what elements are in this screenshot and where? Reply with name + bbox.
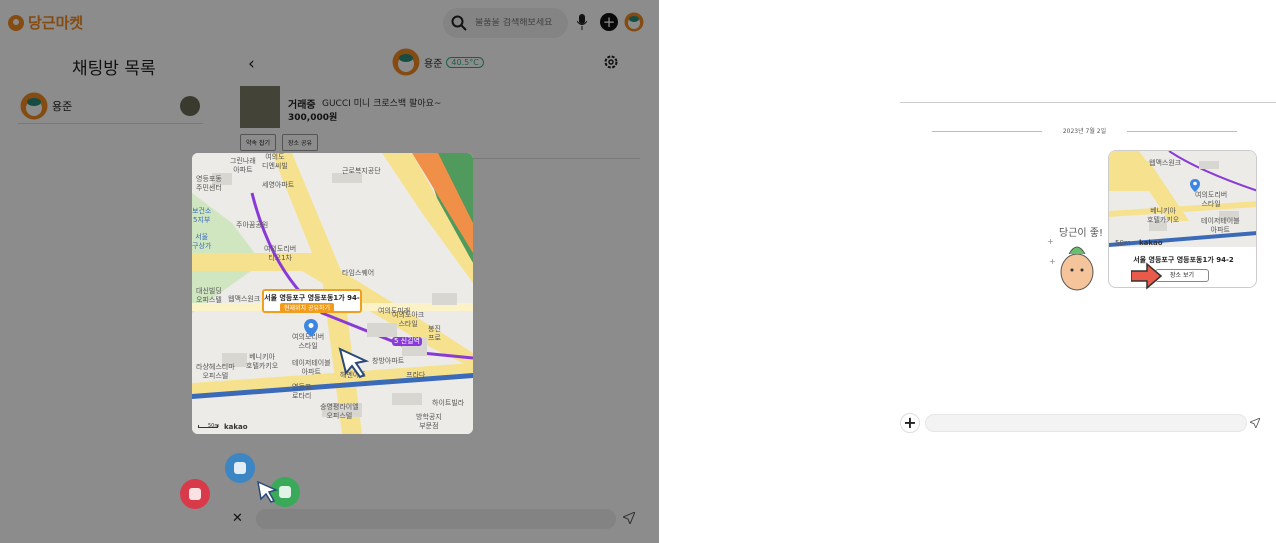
map-label: 봉진 프로 bbox=[428, 325, 441, 342]
plus-icon[interactable]: + bbox=[900, 413, 920, 433]
share-location-fab[interactable] bbox=[225, 453, 255, 483]
map-label: 베니키아 호텔카키오 bbox=[1147, 207, 1180, 224]
view-location-button[interactable]: 장소 보기 bbox=[1155, 269, 1209, 282]
map-label: 여의도 디엔씨빌 bbox=[262, 153, 288, 170]
after-screen: 2023년 7월 2일 + + 당근이 좋! 웹맥스원크 여의도리버 스타일 베… bbox=[659, 0, 1276, 543]
map-preview: 웹맥스원크 여의도리버 스타일 베니키아 호텔카키오 테이저테이블 아파트 kakao… bbox=[1109, 151, 1256, 247]
location-icon bbox=[234, 462, 246, 474]
map-label: 근로복지공단 bbox=[342, 167, 381, 175]
map-label: 여의도리버 티오1차 bbox=[264, 245, 297, 262]
address-callout: 서울 영등포구 영등포동1가 94-2 현재위치 공유하기 bbox=[262, 289, 362, 313]
map-label: 창방아파트 bbox=[372, 357, 405, 365]
map-provider-logo: kakao bbox=[224, 423, 248, 431]
map-label: 그린나래 아파트 bbox=[230, 157, 256, 174]
map-label: 테이저테이블 아파트 bbox=[292, 359, 331, 376]
map-label: 서울 구상가 bbox=[192, 233, 212, 250]
before-screen: 당근마켓 + 채팅방 목록 용준 ‹ 용준 40.5°C 거래중 GUCCI 미… bbox=[0, 0, 659, 543]
map-label: 보건소 5지부 bbox=[192, 207, 212, 224]
map-label: 라샹헤스티마 오피스텔 bbox=[196, 363, 235, 380]
location-map-modal[interactable]: 그린나래 아파트 여의도 디엔씨빌 영등포동 주민센터 세영아파트 근로복지공단 보건… bbox=[192, 153, 473, 434]
map-scale-label: 50m bbox=[208, 423, 220, 429]
map-label: 웹맥스원크 bbox=[228, 295, 261, 303]
cursor-icon bbox=[257, 480, 279, 503]
map-provider-logo: kakao bbox=[1139, 239, 1163, 247]
emoji-button[interactable] bbox=[180, 479, 210, 509]
map-label: 베니키아 호텔카키오 bbox=[246, 353, 279, 370]
send-icon[interactable] bbox=[1250, 418, 1260, 428]
map-label: 세영아파트 bbox=[262, 181, 295, 189]
date-separator: 2023년 7월 2일 bbox=[932, 126, 1237, 136]
subway-line-label: 5 신길역 bbox=[392, 337, 422, 346]
sticker-text: 당근이 좋! bbox=[1059, 228, 1103, 239]
map-label: 테이저테이블 아파트 bbox=[1201, 217, 1240, 234]
map-label: 여의도아크 스타일 bbox=[392, 311, 425, 328]
map-label: 타임스퀘어 bbox=[342, 269, 375, 277]
map-label: 방학공지 부문점 bbox=[416, 413, 442, 430]
map-label: 하이트빌라 bbox=[432, 399, 465, 407]
share-current-location-button[interactable]: 현재위치 공유하기 bbox=[280, 303, 335, 312]
map-label: 영등포동 주민센터 bbox=[196, 175, 222, 192]
divider bbox=[900, 102, 1276, 103]
map-label: 영등포 로타리 bbox=[292, 383, 312, 400]
map-label: 대신빌딩 오피스텔 bbox=[196, 287, 222, 304]
map-label: 프라다 bbox=[406, 371, 426, 379]
svg-text:+: + bbox=[1049, 257, 1056, 266]
message-input[interactable] bbox=[925, 414, 1247, 432]
cursor-icon bbox=[338, 347, 370, 379]
message-bar: + bbox=[900, 413, 1262, 435]
map-scale-label: 50m bbox=[1115, 239, 1131, 247]
map-label: 주아꿈공원 bbox=[236, 221, 269, 229]
map-label: 승영평라이엘 오피스텔 bbox=[320, 403, 359, 420]
calendar-icon bbox=[279, 486, 291, 498]
emoji-icon bbox=[189, 488, 201, 500]
map-label: 여의도리버 스타일 bbox=[1195, 191, 1228, 208]
pointing-arrow-icon bbox=[1131, 262, 1163, 290]
map-label: 웹맥스원크 bbox=[1149, 159, 1182, 167]
divider bbox=[1127, 131, 1237, 132]
location-pin-icon bbox=[304, 319, 318, 337]
svg-text:+: + bbox=[1047, 237, 1054, 246]
